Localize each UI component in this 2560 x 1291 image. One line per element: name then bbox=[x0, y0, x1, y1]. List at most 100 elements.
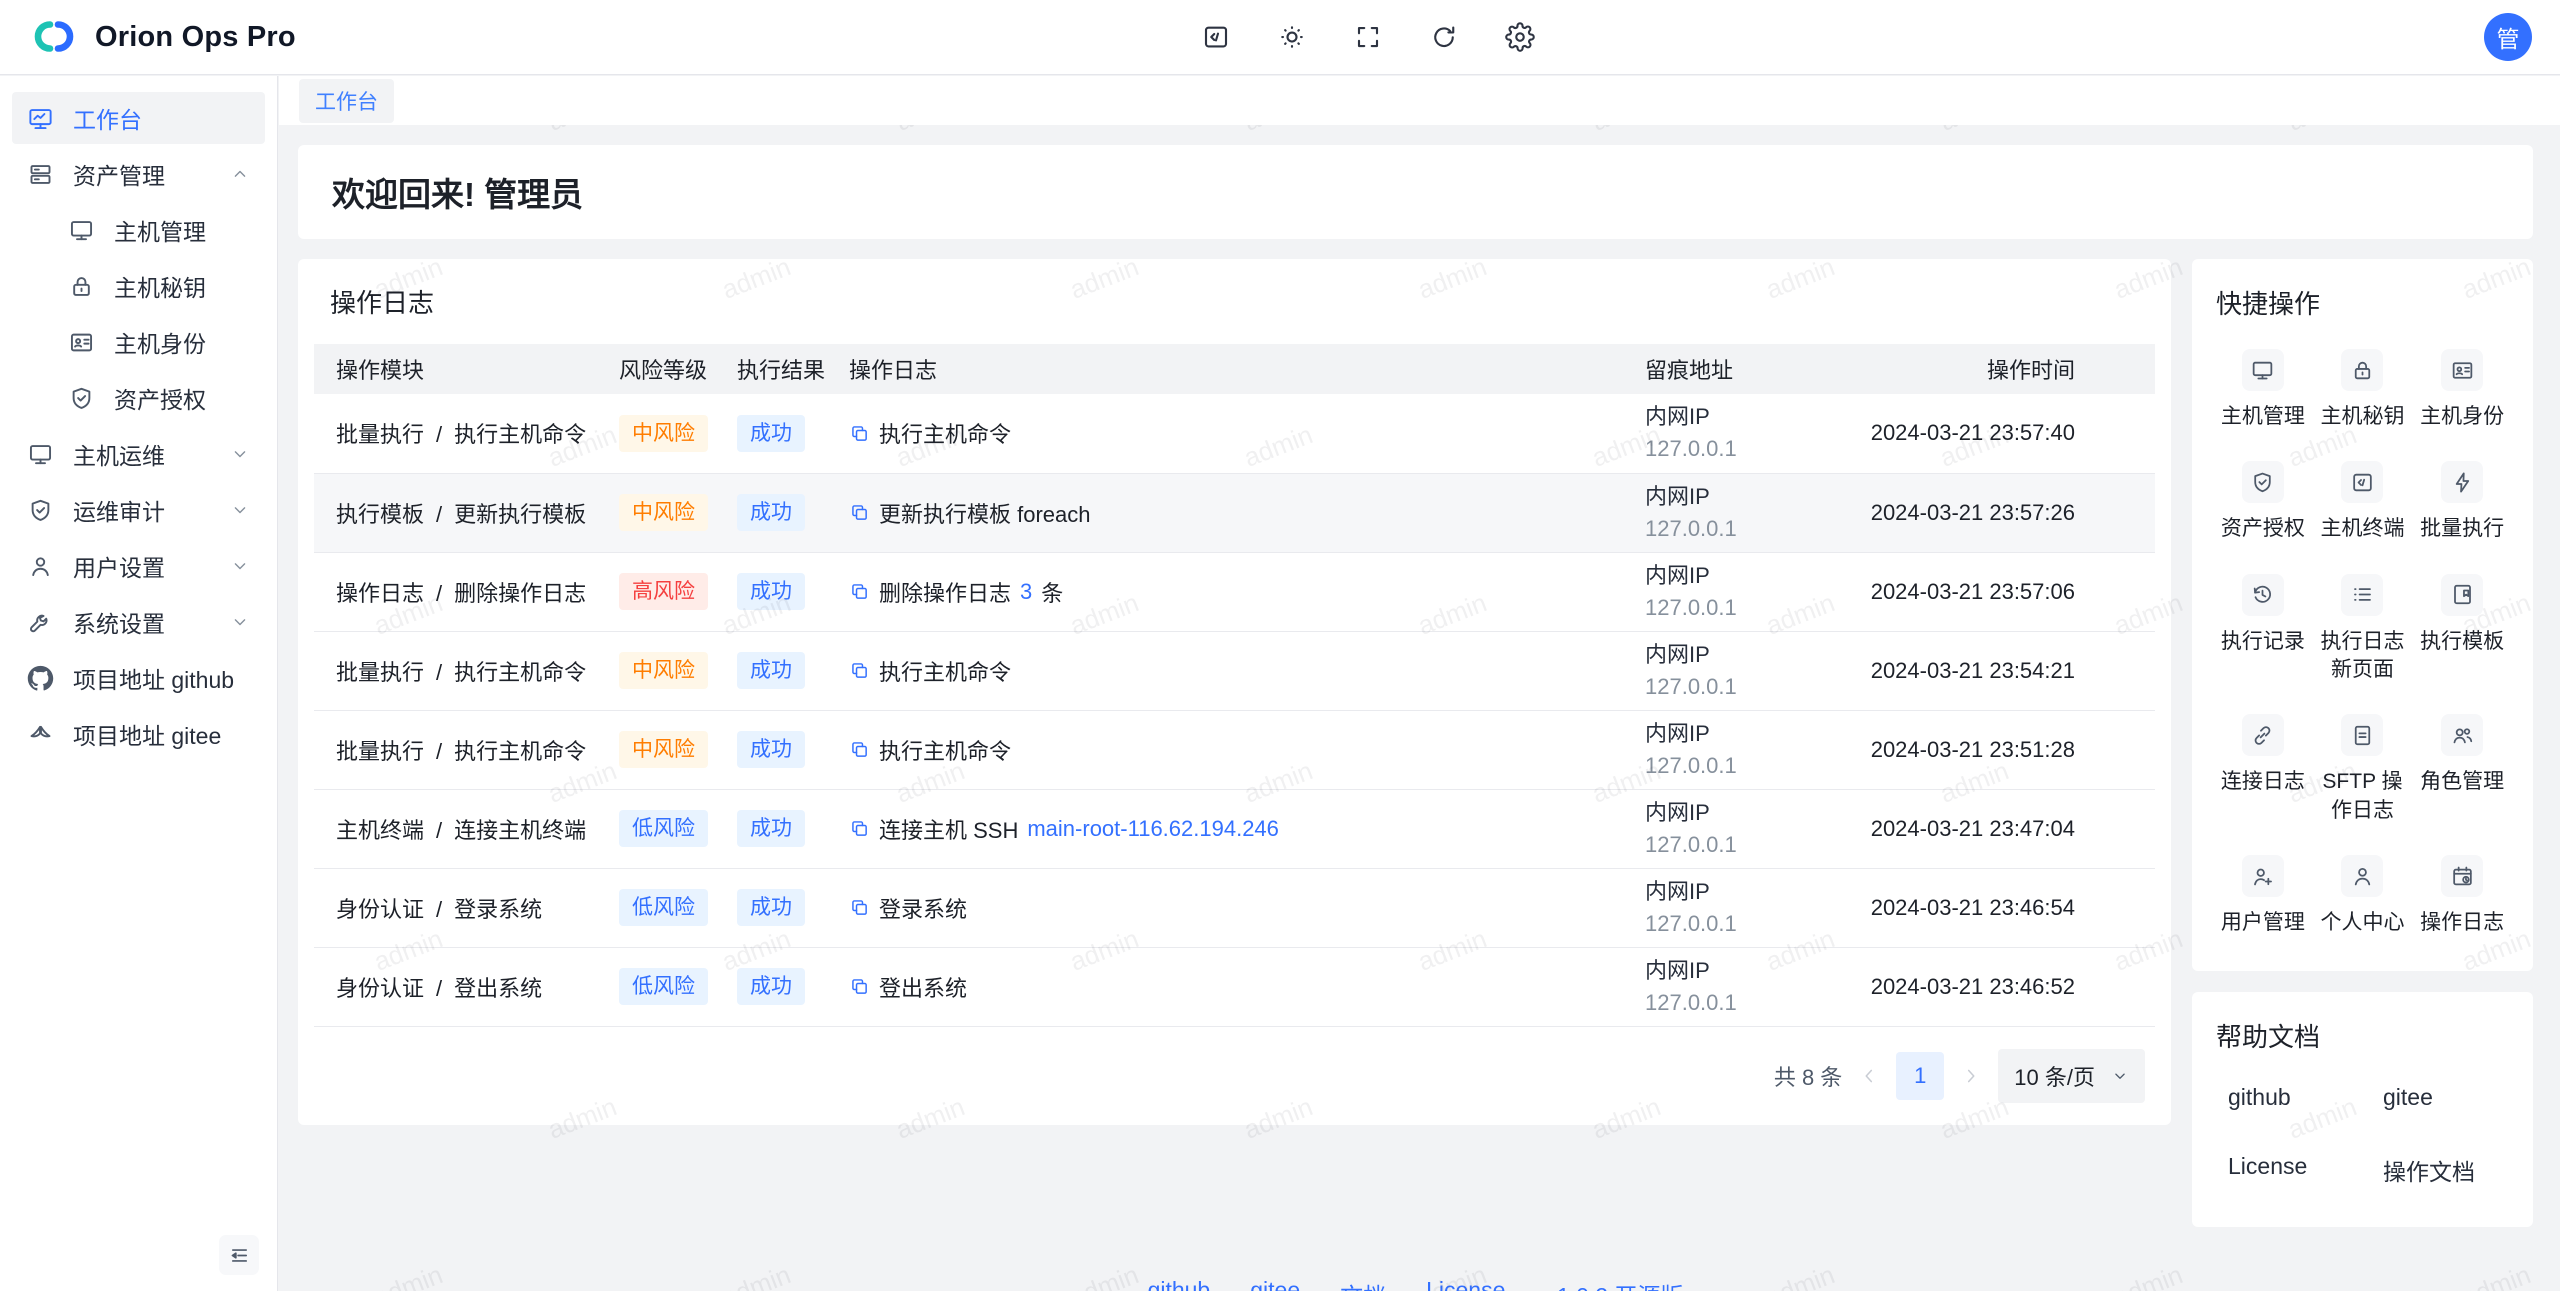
footer-link[interactable]: gitee bbox=[1250, 1277, 1300, 1291]
copy-icon[interactable] bbox=[849, 818, 870, 839]
monitor-icon bbox=[27, 441, 54, 468]
quick-action[interactable]: 资产授权 bbox=[2216, 461, 2310, 543]
sidebar-item[interactable]: 项目地址 gitee bbox=[12, 708, 265, 760]
column-header-module: 操作模块 bbox=[314, 344, 609, 394]
sidebar-item[interactable]: 主机秘钥 bbox=[12, 260, 265, 312]
quick-action[interactable]: SFTP 操作日志 bbox=[2316, 714, 2410, 825]
help-link[interactable]: gitee bbox=[2383, 1084, 2509, 1111]
welcome-title: 欢迎回来! 管理员 bbox=[332, 168, 2499, 216]
ip-label: 内网IP bbox=[1645, 797, 1840, 829]
help-link[interactable]: 操作文档 bbox=[2383, 1153, 2509, 1187]
sidebar-item[interactable]: 运维审计 bbox=[12, 484, 265, 536]
sidebar-item[interactable]: 系统设置 bbox=[12, 596, 265, 648]
risk-cell: 高风险 bbox=[609, 552, 727, 631]
page-number-button[interactable]: 1 bbox=[1896, 1052, 1944, 1100]
risk-badge: 中风险 bbox=[619, 652, 708, 689]
wrench-icon bbox=[27, 609, 54, 636]
header-action-button[interactable] bbox=[1201, 22, 1231, 52]
breadcrumb-item-workbench[interactable]: 工作台 bbox=[299, 79, 394, 123]
quick-action[interactable]: 操作日志 bbox=[2415, 855, 2509, 937]
log-tail: 条 bbox=[1041, 576, 1063, 608]
sidebar-item[interactable]: 资产管理 bbox=[12, 148, 265, 200]
quick-action-label: 主机身份 bbox=[2420, 403, 2504, 431]
quick-action[interactable]: 主机身份 bbox=[2415, 349, 2509, 431]
sidebar-item[interactable]: 主机身份 bbox=[12, 316, 265, 368]
copy-icon[interactable] bbox=[849, 660, 870, 681]
quick-action[interactable]: 个人中心 bbox=[2316, 855, 2410, 937]
table-row: 身份认证/登录系统 低风险 成功 bbox=[314, 868, 2155, 947]
footer-link[interactable]: github bbox=[1148, 1277, 1211, 1291]
time-cell: 2024-03-21 23:57:06 bbox=[1850, 552, 2155, 631]
shield-check-icon bbox=[2250, 470, 2275, 495]
header-action-button[interactable] bbox=[1353, 22, 1383, 52]
quick-action[interactable]: 执行记录 bbox=[2216, 574, 2310, 685]
quick-action[interactable]: 执行日志新页面 bbox=[2316, 574, 2410, 685]
copy-icon[interactable] bbox=[849, 897, 870, 918]
next-page-button[interactable] bbox=[1960, 1065, 1982, 1087]
risk-cell: 低风险 bbox=[609, 868, 727, 947]
footer-link[interactable]: License bbox=[1426, 1277, 1505, 1291]
chevron-down-icon bbox=[230, 444, 250, 464]
log-text: 登出系统 bbox=[879, 971, 967, 1003]
quick-action[interactable]: 角色管理 bbox=[2415, 714, 2509, 825]
header-action-button[interactable] bbox=[1277, 22, 1307, 52]
quick-action[interactable]: 批量执行 bbox=[2415, 461, 2509, 543]
quick-action[interactable]: 主机管理 bbox=[2216, 349, 2310, 431]
sidebar-item-label: 运维审计 bbox=[73, 493, 165, 527]
risk-badge: 低风险 bbox=[619, 968, 708, 1005]
copy-icon[interactable] bbox=[849, 502, 870, 523]
table-row: 执行模板/更新执行模板 中风险 成功 bbox=[314, 473, 2155, 552]
risk-cell: 低风险 bbox=[609, 947, 727, 1026]
sidebar-item[interactable]: 用户设置 bbox=[12, 540, 265, 592]
quick-action[interactable]: 主机秘钥 bbox=[2316, 349, 2410, 431]
log-link[interactable]: main-root-116.62.194.246 bbox=[1027, 816, 1279, 842]
sidebar-item-label: 主机秘钥 bbox=[114, 269, 206, 303]
sidebar-item[interactable]: 主机管理 bbox=[12, 204, 265, 256]
risk-cell: 中风险 bbox=[609, 631, 727, 710]
help-docs-title: 帮助文档 bbox=[2216, 1017, 2509, 1054]
address-cell: 内网IP 127.0.0.1 bbox=[1635, 394, 1850, 473]
log-cell: 更新执行模板 foreach bbox=[839, 473, 1635, 552]
log-text: 执行主机命令 bbox=[879, 655, 1011, 687]
log-link[interactable]: 3 bbox=[1020, 579, 1032, 605]
sidebar-item[interactable]: 资产授权 bbox=[12, 372, 265, 424]
quick-action-label: 连接日志 bbox=[2221, 768, 2305, 796]
list-icon bbox=[2350, 582, 2375, 607]
copy-icon[interactable] bbox=[849, 423, 870, 444]
quick-action[interactable]: 连接日志 bbox=[2216, 714, 2310, 825]
time-cell: 2024-03-21 23:46:52 bbox=[1850, 947, 2155, 1026]
page-footer: github gitee 文档 License v1.0.2 开源版 Copyr… bbox=[298, 1277, 2533, 1291]
quick-action[interactable]: 执行模板 bbox=[2415, 574, 2509, 685]
fullscreen-icon bbox=[1353, 22, 1383, 52]
sidebar-item[interactable]: 工作台 bbox=[12, 92, 265, 144]
quick-action[interactable]: 主机终端 bbox=[2316, 461, 2410, 543]
previous-page-button[interactable] bbox=[1858, 1065, 1880, 1087]
log-text: 更新执行模板 foreach bbox=[879, 497, 1091, 529]
sidebar-item[interactable]: 项目地址 github bbox=[12, 652, 265, 704]
footer-link[interactable]: v1.0.2 开源版 bbox=[1545, 1277, 1683, 1291]
sidebar-collapse-button[interactable] bbox=[219, 1235, 259, 1275]
copy-icon[interactable] bbox=[849, 581, 870, 602]
operation-log-card: 操作日志 操作模块 风险等级 执行结果 操作日志 留痕地址 操作时间 bbox=[298, 259, 2171, 1125]
avatar[interactable]: 管 bbox=[2484, 13, 2532, 61]
table-row: 操作日志/删除操作日志 高风险 成功 bbox=[314, 552, 2155, 631]
copy-icon[interactable] bbox=[849, 739, 870, 760]
quick-action-label: 执行记录 bbox=[2221, 628, 2305, 656]
lock-icon bbox=[68, 273, 95, 300]
copy-icon[interactable] bbox=[849, 976, 870, 997]
quick-action[interactable]: 用户管理 bbox=[2216, 855, 2310, 937]
ip-value: 127.0.0.1 bbox=[1645, 671, 1840, 703]
help-link[interactable]: License bbox=[2228, 1153, 2383, 1187]
column-header-risk: 风险等级 bbox=[609, 344, 727, 394]
header-action-button[interactable] bbox=[1505, 22, 1535, 52]
ip-value: 127.0.0.1 bbox=[1645, 750, 1840, 782]
module-cell: 身份认证/登出系统 bbox=[314, 947, 609, 1026]
page-size-select[interactable]: 10 条/页 bbox=[1998, 1049, 2145, 1103]
result-badge: 成功 bbox=[737, 731, 805, 768]
sidebar-item[interactable]: 主机运维 bbox=[12, 428, 265, 480]
header-action-button[interactable] bbox=[1429, 22, 1459, 52]
content: 欢迎回来! 管理员 操作日志 操作模块 风险等级 执行结果 bbox=[279, 125, 2560, 1291]
result-badge: 成功 bbox=[737, 573, 805, 610]
footer-link[interactable]: 文档 bbox=[1340, 1277, 1386, 1291]
help-link[interactable]: github bbox=[2228, 1084, 2383, 1111]
